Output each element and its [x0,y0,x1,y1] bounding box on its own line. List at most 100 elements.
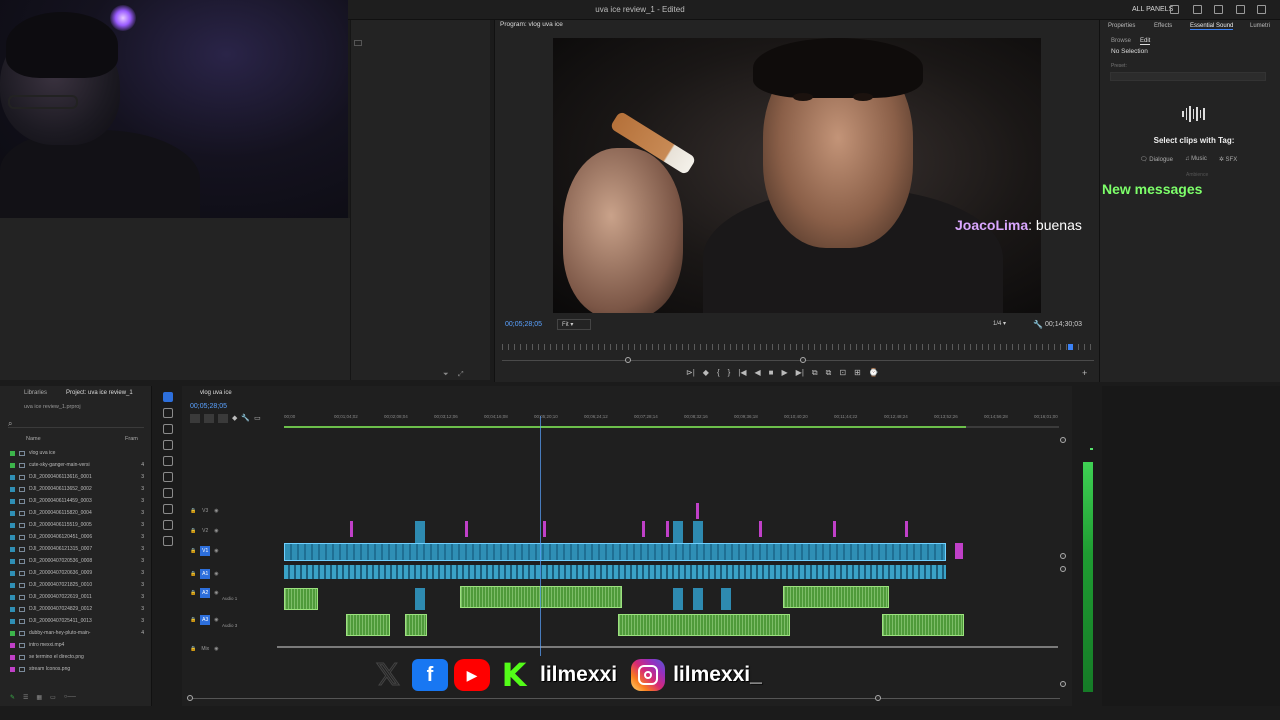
lock-icon[interactable]: 🔒 [190,646,196,652]
project-search-input[interactable]: ⌕ [8,418,144,428]
program-monitor-tab[interactable]: Program: vlog uva ice [500,21,563,28]
audio-clip-a3[interactable] [346,614,390,636]
playhead[interactable] [540,416,541,656]
column-frame-rate[interactable]: Fram [125,436,138,442]
track-label[interactable]: A2 [200,588,211,598]
program-ruler[interactable] [502,344,1094,350]
project-item[interactable]: DJI_20000407020636_0009 3 [10,567,144,579]
timeline-timecode[interactable]: 00;05;28;05 [190,403,227,410]
wrench-icon[interactable]: 🔧 [1033,320,1043,329]
razor-tool-icon[interactable] [163,440,173,450]
menu-icon[interactable] [1214,5,1223,14]
video-clip-v2[interactable] [693,521,703,543]
tab-lumetri[interactable]: Lumetri [1250,23,1270,29]
vertical-scroll-handle[interactable] [1060,553,1066,559]
transport-button[interactable]: |◀ [738,368,746,378]
project-item[interactable]: DJI_20000406113616_0001 3 [10,471,144,483]
track-label[interactable]: V1 [200,546,211,556]
video-clip-a2-linked[interactable] [721,588,731,610]
list-view-icon[interactable]: ☰ [23,694,28,701]
minimize-icon[interactable] [1236,5,1245,14]
transport-button[interactable]: ▶ [782,368,788,378]
all-panels-button[interactable]: ALL PANELS [1132,6,1173,13]
nest-icon[interactable] [190,414,200,423]
track-header[interactable]: 🔒 A3 ◉ Audio 3 [190,613,280,628]
project-item[interactable]: dubby-man-hey-pluto-main- 4 [10,627,144,639]
track-header[interactable]: 🔒 V3 ◉ [190,504,280,518]
tab-project[interactable]: Project: uva ice review_1 [66,390,133,396]
transport-button[interactable]: } [728,368,731,378]
track-label[interactable]: A3 [200,615,211,625]
timeline-scroll-handle-right[interactable] [875,695,881,701]
track-select-tool-icon[interactable] [163,408,173,418]
type-tool-icon[interactable] [163,520,173,530]
ripple-edit-tool-icon[interactable] [163,424,173,434]
lock-icon[interactable]: 🔒 [190,617,196,623]
tag-music-button[interactable]: ♫ Music [1185,156,1207,163]
column-name[interactable]: Name [26,436,41,442]
zoom-tool-icon[interactable] [163,536,173,546]
timeline-ruler[interactable]: 00;00 00;01;04;02 00;02;08;04 00;03;12;06 00… [284,412,1059,426]
graphic-clip-v2[interactable] [465,521,468,537]
vertical-scroll-handle-bottom[interactable] [1060,681,1066,687]
hand-tool-icon[interactable] [163,504,173,514]
toggle-output-icon[interactable]: ◉ [214,571,218,577]
vertical-scroll-handle-top[interactable] [1060,437,1066,443]
add-marker-icon[interactable]: ◆ [232,414,237,423]
zoom-fit-select[interactable]: Fit ▾ [557,319,591,330]
playback-resolution-select[interactable]: 1/4 ▾ [993,319,1023,330]
subtab-edit[interactable]: Edit [1140,38,1151,45]
vertical-scroll-handle-audio[interactable] [1060,566,1066,572]
video-clip-a2-linked[interactable] [693,588,703,610]
pencil-icon[interactable]: ✎ [10,694,15,701]
linked-selection-icon[interactable] [218,414,228,423]
share-icon[interactable] [1193,5,1202,14]
audio-clip-a3[interactable] [882,614,964,636]
track-label[interactable]: A1 [200,569,211,579]
tab-essential-sound[interactable]: Essential Sound [1190,23,1234,30]
fullscreen-icon[interactable] [1170,5,1179,14]
lock-icon[interactable]: 🔒 [190,508,196,514]
audio-clip-a3[interactable] [618,614,790,636]
icon-view-icon[interactable]: ▦ [36,694,42,701]
lock-icon[interactable]: 🔒 [190,590,196,596]
track-label[interactable]: V2 [200,526,210,536]
lock-icon[interactable]: 🔒 [190,571,196,577]
transport-button[interactable]: ⧉ [812,368,818,378]
toggle-output-icon[interactable]: ◉ [214,646,218,652]
tag-sfx-button[interactable]: ✲ SFX [1219,156,1237,163]
project-item[interactable]: DJI_20000407025411_0013 3 [10,615,144,627]
program-playhead-marker[interactable] [1068,344,1073,350]
tab-libraries[interactable]: Libraries [24,390,47,396]
project-item[interactable]: DJI_20000406114459_0003 3 [10,495,144,507]
track-header[interactable]: 🔒 V1 ◉ [190,544,280,558]
track-header[interactable]: 🔒 V2 ◉ [190,524,280,538]
audio-clip-a2[interactable] [460,586,622,608]
transport-button[interactable]: ⊳| [686,368,695,378]
graphic-clip-v2[interactable] [833,521,836,537]
project-item[interactable]: DJI_20000406113652_0002 3 [10,483,144,495]
zoom-slider-icon[interactable]: ○── [64,694,76,701]
video-clip-v2[interactable] [415,521,425,543]
video-clip-a2-linked[interactable] [415,588,425,610]
project-item[interactable]: intro mexxi.mp4 [10,639,144,651]
audio-clip-a3[interactable] [405,614,427,636]
graphic-clip-v2[interactable] [350,521,353,537]
audio-clip-a2[interactable] [284,588,318,610]
tab-effects[interactable]: Effects [1154,23,1172,29]
project-item[interactable]: DJI_20000406115820_0004 3 [10,507,144,519]
transport-button[interactable]: ■ [769,368,774,378]
track-header[interactable]: 🔒 A1 ◉ [190,567,280,581]
timeline-scrollbar[interactable] [190,698,1060,699]
toggle-output-icon[interactable]: ◉ [214,508,218,514]
transport-button[interactable]: { [717,368,720,378]
sequence-tab[interactable]: vlog uva ice [200,390,232,396]
transport-button[interactable]: ⊡ [839,368,846,378]
freeform-view-icon[interactable]: ▭ [50,694,56,701]
project-item[interactable]: vlog uva ice [10,447,144,459]
tag-ambience-button[interactable]: Ambience [1186,172,1208,178]
graphic-clip[interactable] [955,543,963,559]
toggle-output-icon[interactable]: ◉ [214,590,218,596]
rectangle-tool-icon[interactable] [163,488,173,498]
graphic-clip-v2[interactable] [759,521,762,537]
